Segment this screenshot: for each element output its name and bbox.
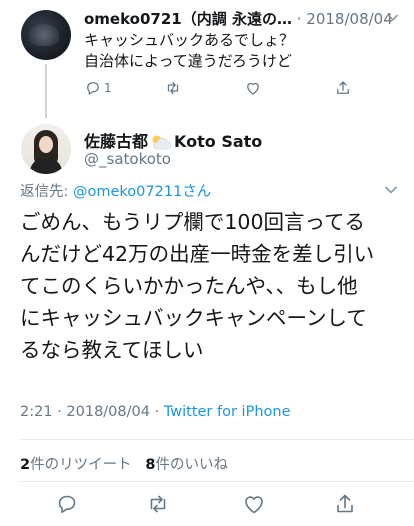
- like-count: 8: [145, 457, 156, 473]
- reply-count: 1: [104, 81, 112, 95]
- avatar-face: [39, 136, 53, 153]
- like-button[interactable]: [242, 492, 266, 516]
- reply-to-handle[interactable]: @omeko0721: [73, 184, 173, 200]
- divider: [20, 481, 414, 482]
- tweet-date-separator: ·: [296, 10, 307, 28]
- tweet-text-line: ごめん、もうリプ欄で100回言ってる: [20, 210, 365, 234]
- retweet-count: 2: [20, 457, 31, 473]
- retweet-button[interactable]: [164, 78, 182, 98]
- avatar[interactable]: [21, 124, 71, 174]
- share-button[interactable]: [333, 492, 357, 516]
- tweet-text-line: 自治体によって違うだろうけど: [84, 52, 292, 70]
- parent-tweet[interactable]: omeko0721（内調 永遠の… · 2018/08/04 キャッシュバックあ…: [0, 0, 414, 118]
- tweet-text-line: にキャッシュバックキャンペーンして: [20, 306, 367, 330]
- retweet-button[interactable]: [146, 492, 170, 516]
- tweet-text-line: キャッシュバックあるでしょ？: [84, 31, 295, 49]
- share-icon: [337, 494, 353, 513]
- tweet-stats: 2件のリツイート 8件のいいね: [20, 453, 228, 474]
- meta-separator: ·: [149, 404, 164, 420]
- share-button[interactable]: [334, 78, 352, 98]
- reply-to-line: 返信先: @omeko07211さん: [20, 180, 211, 201]
- reply-to-label: 返信先:: [20, 184, 73, 200]
- heart-icon: [245, 496, 263, 514]
- reply-button[interactable]: 1: [84, 78, 112, 98]
- retweet-icon: [167, 82, 179, 94]
- tweet-actions: 1: [84, 78, 384, 98]
- tweet-text-line: てこのくらいかかったんや、、もし他: [20, 274, 358, 298]
- retweet-label: 件のリツイート: [30, 457, 132, 473]
- thread-connector: [45, 64, 47, 118]
- tweet-date: 2018/08/04: [66, 404, 150, 420]
- cloud-sun-icon: [152, 135, 172, 150]
- reply-to-suffix[interactable]: 1さん: [173, 184, 211, 200]
- tweet-action-bar: [0, 490, 414, 518]
- heart-icon: [247, 82, 259, 95]
- share-icon: [337, 81, 349, 94]
- author-name-en: Koto Sato: [174, 132, 263, 151]
- chevron-down-icon[interactable]: [388, 14, 398, 22]
- retweet-icon: [150, 495, 166, 513]
- author-name[interactable]: 佐藤古都 Koto Sato: [84, 128, 262, 152]
- tweet-source[interactable]: Twitter for iPhone: [164, 404, 291, 420]
- tweet-time: 2:21: [20, 404, 53, 420]
- author-name[interactable]: omeko0721（内調 永遠の…: [84, 10, 292, 28]
- tweet-date[interactable]: 2018/08/04: [306, 10, 392, 28]
- tweet-text: キャッシュバックあるでしょ？ 自治体によって違うだろうけど: [84, 30, 294, 72]
- tweet-text: ごめん、もうリプ欄で100回言ってる んだけど42万の出産一時金を差し引い てこ…: [20, 206, 398, 366]
- meta-separator: ·: [52, 404, 67, 420]
- retweets-stat[interactable]: 2件のリツイート: [20, 457, 132, 473]
- reply-button[interactable]: [55, 492, 79, 516]
- avatar[interactable]: [21, 10, 71, 60]
- tweet-text-line: るなら教えてほしい: [20, 338, 204, 362]
- parent-tweet-header: omeko0721（内調 永遠の… · 2018/08/04: [84, 8, 393, 29]
- likes-stat[interactable]: 8件のいいね: [145, 457, 228, 473]
- author-handle[interactable]: @_satokoto: [84, 150, 171, 168]
- tweet-metadata: 2:21 · 2018/08/04 · Twitter for iPhone: [20, 404, 291, 420]
- tweet-text-line: んだけど42万の出産一時金を差し引い: [20, 242, 375, 266]
- chevron-down-icon[interactable]: [385, 186, 397, 194]
- like-label: 件のいいね: [155, 457, 229, 473]
- divider: [20, 439, 414, 440]
- like-button[interactable]: [244, 78, 262, 98]
- author-name-jp: 佐藤古都: [84, 132, 149, 151]
- reply-icon: [58, 495, 76, 513]
- reply-icon: [87, 82, 99, 95]
